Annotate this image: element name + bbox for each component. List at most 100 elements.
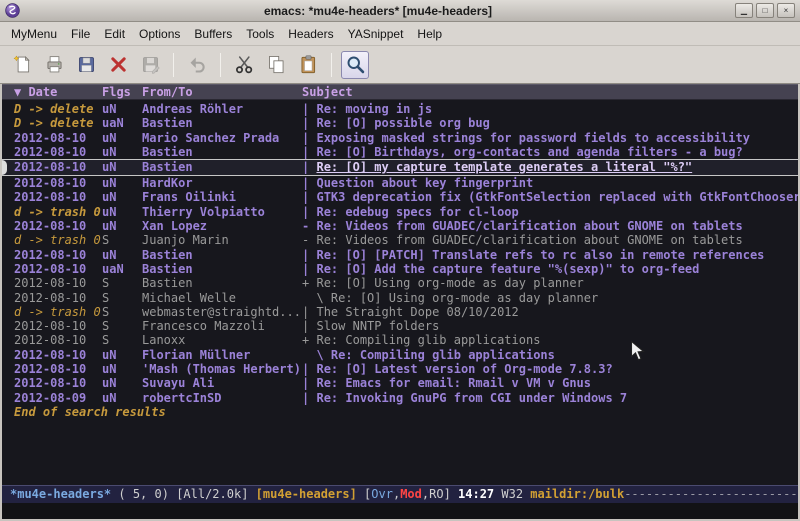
toolbar-separator	[331, 53, 332, 77]
row-date: 2012-08-10	[14, 248, 102, 262]
subject-text: Slow NNTP folders	[316, 319, 439, 333]
row-date: 2012-08-10	[14, 131, 102, 145]
emacs-frame: ▼ Date Flgs From/To Subject D -> deleteu…	[0, 84, 800, 521]
mode-line[interactable]: *mu4e-headers* ( 5, 0) [All/2.0k] [mu4e-…	[2, 485, 798, 503]
message-row[interactable]: 2012-08-10uNFlorian Müllner \ Re: Compil…	[2, 348, 798, 362]
cut-icon[interactable]	[230, 51, 258, 79]
minibuffer-echo-area[interactable]	[2, 503, 798, 519]
copy-icon[interactable]	[262, 51, 290, 79]
print-icon[interactable]	[40, 51, 68, 79]
thread-indicator: |	[302, 376, 309, 390]
menu-file[interactable]: File	[64, 24, 97, 44]
row-subject: | GTK3 deprecation fix (GtkFontSelection…	[302, 190, 798, 204]
thread-indicator: |	[302, 248, 309, 262]
row-date: 2012-08-10	[14, 376, 102, 390]
message-row[interactable]: d -> trash 0uNThierry Volpiatto| Re: ede…	[2, 205, 798, 219]
search-icon[interactable]	[341, 51, 369, 79]
row-date: D -> delete	[14, 102, 102, 116]
menu-options[interactable]: Options	[132, 24, 187, 44]
menu-headers[interactable]: Headers	[281, 24, 340, 44]
row-from: Frans Oilinki	[142, 190, 302, 204]
column-date[interactable]: ▼ Date	[14, 85, 102, 100]
row-date: 2012-08-10	[14, 160, 102, 175]
save-icon[interactable]	[72, 51, 100, 79]
column-from[interactable]: From/To	[142, 85, 302, 100]
message-row[interactable]: 2012-08-10uNBastien| Re: [O] [PATCH] Tra…	[2, 248, 798, 262]
subject-text: GTK3 deprecation fix (GtkFontSelection r…	[316, 190, 798, 204]
row-date: 2012-08-10	[14, 362, 102, 376]
menu-edit[interactable]: Edit	[97, 24, 132, 44]
close-button[interactable]: ×	[777, 3, 795, 18]
minimize-button[interactable]: ▁	[735, 3, 753, 18]
modeline-segment: [mu4e-headers]	[256, 487, 357, 501]
message-row[interactable]: D -> deleteuaNBastien| Re: [O] possible …	[2, 116, 798, 130]
row-from: Andreas Röhler	[142, 102, 302, 116]
row-date: 2012-08-10	[14, 291, 102, 305]
thread-indicator: |	[302, 176, 309, 190]
subject-text: Re: edebug specs for cl-loop	[316, 205, 518, 219]
row-from: robertcInSD	[142, 391, 302, 405]
row-flags: uN	[102, 219, 142, 233]
row-flags: uaN	[102, 116, 142, 130]
menu-buffers[interactable]: Buffers	[187, 24, 239, 44]
thread-indicator: +	[302, 276, 309, 290]
message-row[interactable]: 2012-08-10uNXan Lopez- Re: Videos from G…	[2, 219, 798, 233]
message-row[interactable]: 2012-08-09uNrobertcInSD| Re: Invoking Gn…	[2, 391, 798, 405]
menu-mymenu[interactable]: MyMenu	[4, 24, 64, 44]
row-flags: uN	[102, 348, 142, 362]
menu-help[interactable]: Help	[410, 24, 449, 44]
modeline-segment: ]	[444, 487, 458, 501]
undo-icon	[183, 51, 211, 79]
message-row[interactable]: 2012-08-10uNBastien| Re: [O] Birthdays, …	[2, 145, 798, 159]
message-row[interactable]: 2012-08-10SBastien+ Re: [O] Using org-mo…	[2, 276, 798, 290]
row-subject: | Re: [O] possible org bug	[302, 116, 798, 130]
message-row[interactable]: 2012-08-10uNFrans Oilinki| GTK3 deprecat…	[2, 190, 798, 204]
maximize-button[interactable]: □	[756, 3, 774, 18]
modeline-segment: [	[357, 487, 371, 501]
save-as-icon	[136, 51, 164, 79]
message-row[interactable]: d -> trash 0SJuanjo Marin- Re: Videos fr…	[2, 233, 798, 247]
message-row[interactable]: 2012-08-10uNHardKor| Question about key …	[2, 176, 798, 190]
message-row[interactable]: 2012-08-10SMichael Welle \ Re: [O] Using…	[2, 291, 798, 305]
row-flags: uN	[102, 176, 142, 190]
paste-icon[interactable]	[294, 51, 322, 79]
menu-tools[interactable]: Tools	[239, 24, 281, 44]
message-row[interactable]: 2012-08-10uN'Mash (Thomas Herbert)| Re: …	[2, 362, 798, 376]
thread-indicator: |	[302, 262, 309, 276]
row-subject: | The Straight Dope 08/10/2012	[302, 305, 798, 319]
row-subject: + Re: Compiling glib applications	[302, 333, 798, 347]
row-flags: S	[102, 291, 142, 305]
message-row[interactable]: D -> deleteuNAndreas Röhler| Re: moving …	[2, 102, 798, 116]
message-row[interactable]: 2012-08-10uNSuvayu Ali| Re: Emacs for em…	[2, 376, 798, 390]
end-of-search-results: End of search results	[2, 405, 798, 419]
subject-text: Re: [O] my capture template generates a …	[316, 160, 692, 174]
headers-list: D -> deleteuNAndreas Röhler| Re: moving …	[2, 100, 798, 485]
row-flags: S	[102, 305, 142, 319]
message-row[interactable]: 2012-08-10uNBastien| Re: [O] my capture …	[2, 159, 798, 176]
thread-indicator: |	[302, 160, 309, 174]
message-row[interactable]: 2012-08-10SFrancesco Mazzoli| Slow NNTP …	[2, 319, 798, 333]
new-file-icon[interactable]	[8, 51, 36, 79]
row-subject: | Question about key fingerprint	[302, 176, 798, 190]
message-row[interactable]: 2012-08-10uNMario Sanchez Prada| Exposin…	[2, 131, 798, 145]
row-subject: | Re: [O] Add the capture feature "%(sex…	[302, 262, 798, 276]
subject-text: Re: [O] Birthdays, org-contacts and agen…	[316, 145, 742, 159]
message-row[interactable]: 2012-08-10uaNBastien| Re: [O] Add the ca…	[2, 262, 798, 276]
row-from: HardKor	[142, 176, 302, 190]
subject-text: Exposing masked strings for password fie…	[316, 131, 749, 145]
column-subject[interactable]: Subject	[302, 85, 798, 100]
thread-indicator: |	[302, 190, 309, 204]
emacs-app-icon	[5, 3, 20, 18]
thread-indicator: |	[302, 319, 309, 333]
close-buffer-icon[interactable]	[104, 51, 132, 79]
message-row[interactable]: 2012-08-10SLanoxx+ Re: Compiling glib ap…	[2, 333, 798, 347]
modeline-segment: ----------------------------------------…	[624, 487, 798, 501]
row-date: 2012-08-10	[14, 176, 102, 190]
column-flags[interactable]: Flgs	[102, 85, 142, 100]
row-subject: | Re: Invoking GnuPG from CGI under Wind…	[302, 391, 798, 405]
row-from: Michael Welle	[142, 291, 302, 305]
row-from: Bastien	[142, 145, 302, 159]
row-from: Juanjo Marin	[142, 233, 302, 247]
menu-yasnippet[interactable]: YASnippet	[341, 24, 411, 44]
message-row[interactable]: d -> trash 0Swebmaster@straightd...| The…	[2, 305, 798, 319]
